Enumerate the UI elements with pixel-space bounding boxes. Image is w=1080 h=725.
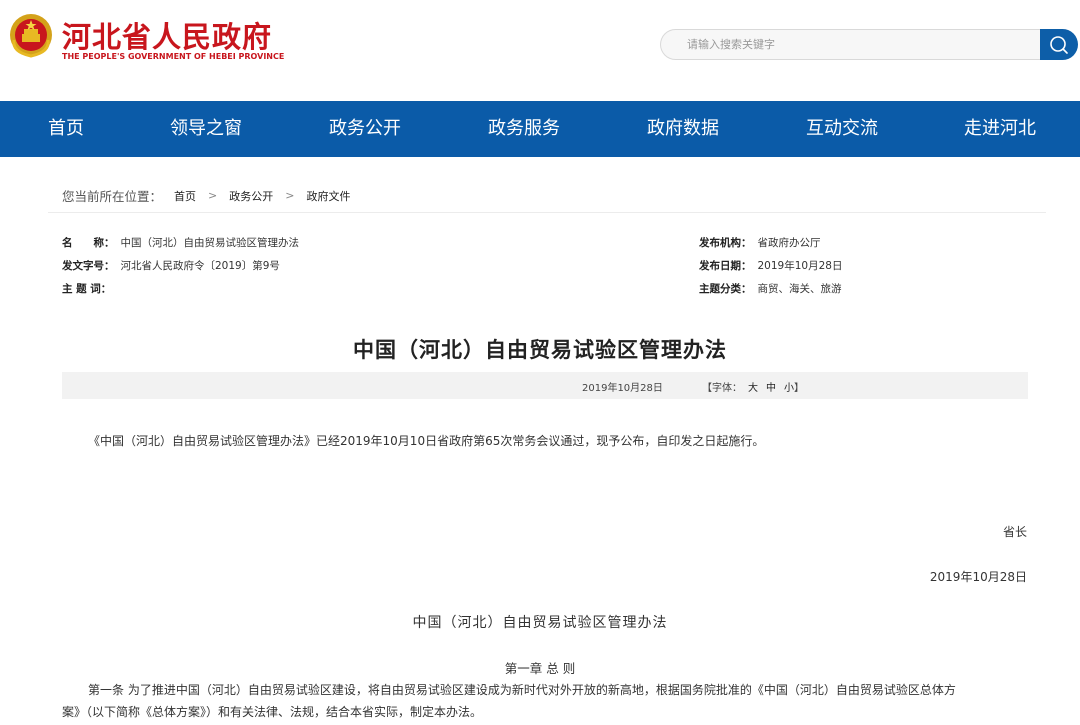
meta-date: 发布日期： 2019年10月28日 [699, 258, 842, 273]
meta-doc-no-label: 发文字号： [62, 260, 115, 272]
meta-doc-no: 发文字号： 河北省人民政府令〔2019〕第9号 [62, 258, 280, 273]
site-header: 河北省人民政府 THE PEOPLE'S GOVERNMENT OF HEBEI… [0, 0, 1080, 101]
meta-issuer-label: 发布机构： [699, 237, 752, 249]
national-emblem-icon[interactable] [8, 12, 54, 58]
article-1-line-2: 案》（以下简称《总体方案》）和有关法律、法规，结合本省实际，制定本办法。 [62, 705, 483, 719]
sign-date: 2019年10月28日 [929, 570, 1027, 584]
article-intro: 《中国（河北）自由贸易试验区管理办法》已经2019年10月10日省政府第65次常… [88, 434, 765, 448]
meta-keywords-label: 主 题 词： [62, 283, 112, 295]
article-subtitle: 中国（河北）自由贸易试验区管理办法 [412, 615, 668, 631]
nav-item-about-hebei[interactable]: 走进河北 [964, 101, 1036, 157]
site-subtitle: THE PEOPLE'S GOVERNMENT OF HEBEI PROVINC… [62, 52, 285, 61]
search-bar [660, 29, 1078, 60]
chevron-right-icon: > [208, 189, 218, 202]
search-input[interactable] [660, 29, 1042, 60]
meta-category: 主题分类： 商贸、海关、旅游 [699, 281, 842, 296]
font-size-label: 【字体： [702, 383, 742, 394]
meta-name-label: 名 称： [62, 237, 115, 249]
nav-item-leaders[interactable]: 领导之窗 [170, 101, 242, 157]
font-size-small-button[interactable]: 小 [784, 379, 794, 394]
signer: 省长 [1002, 525, 1027, 539]
main-nav: 首页 领导之窗 政务公开 政务服务 政府数据 互动交流 走进河北 [0, 101, 1080, 157]
font-size-label-close: 】 [794, 383, 804, 394]
nav-item-home[interactable]: 首页 [48, 101, 84, 157]
breadcrumb-gov-affairs[interactable]: 政务公开 [229, 188, 273, 204]
nav-item-gov-data[interactable]: 政府数据 [647, 101, 719, 157]
meta-keywords: 主 题 词： [62, 281, 117, 296]
breadcrumb-home[interactable]: 首页 [174, 188, 196, 204]
article-pub-date: 2019年10月28日 [582, 383, 663, 394]
meta-name: 名 称： 中国（河北）自由贸易试验区管理办法 [62, 235, 299, 250]
article-info-bar: 2019年10月28日 【字体： 大 中 小 】 [62, 372, 1028, 399]
breadcrumb-gov-docs[interactable]: 政府文件 [306, 188, 350, 204]
search-button[interactable] [1040, 29, 1078, 60]
article-1-line-1: 第一条 为了推进中国（河北）自由贸易试验区建设，将自由贸易试验区建设成为新时代对… [88, 683, 956, 697]
meta-date-value: 2019年10月28日 [757, 260, 843, 272]
meta-issuer: 发布机构： 省政府办公厅 [699, 235, 821, 250]
chevron-right-icon: > [285, 189, 295, 202]
meta-date-label: 发布日期： [699, 260, 752, 272]
font-size-control: 【字体： 大 中 小 】 [702, 379, 812, 394]
search-icon [1050, 35, 1068, 54]
nav-item-interaction[interactable]: 互动交流 [806, 101, 878, 157]
meta-name-value: 中国（河北）自由贸易试验区管理办法 [120, 237, 300, 249]
nav-item-gov-services[interactable]: 政务服务 [488, 101, 560, 157]
site-title[interactable]: 河北省人民政府 [62, 14, 272, 56]
breadcrumb: 您当前所在位置： 首页 > 政务公开 > 政府文件 [62, 186, 350, 205]
divider [48, 212, 1046, 213]
font-size-large-button[interactable]: 大 [748, 379, 758, 394]
meta-category-label: 主题分类： [699, 283, 752, 295]
meta-issuer-value: 省政府办公厅 [757, 237, 821, 249]
meta-doc-no-value: 河北省人民政府令〔2019〕第9号 [120, 260, 280, 272]
breadcrumb-prefix: 您当前所在位置： [62, 189, 163, 204]
font-size-medium-button[interactable]: 中 [766, 379, 776, 394]
page-title: 中国（河北）自由贸易试验区管理办法 [353, 337, 727, 362]
nav-item-gov-affairs[interactable]: 政务公开 [329, 101, 401, 157]
chapter-heading: 第一章 总 则 [504, 661, 576, 676]
meta-category-value: 商贸、海关、旅游 [757, 283, 842, 295]
